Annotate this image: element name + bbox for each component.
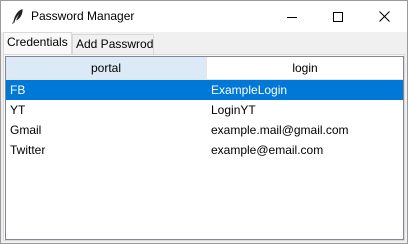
feather-icon (12, 9, 23, 24)
title-bar[interactable]: Password Manager (1, 1, 407, 32)
table-header: portal login (6, 57, 403, 80)
app-window: Password Manager Credentials Add Passwro… (0, 0, 408, 244)
window-title: Password Manager (31, 9, 135, 23)
minimize-icon (287, 16, 297, 18)
close-button[interactable] (361, 1, 407, 32)
cell-portal: YT (10, 103, 26, 117)
table-row[interactable]: Twitter example@email.com (6, 140, 403, 160)
column-header-login[interactable]: login (207, 57, 403, 79)
minimize-button[interactable] (269, 1, 315, 32)
maximize-button[interactable] (315, 1, 361, 32)
cell-portal: FB (10, 83, 26, 97)
table-body: FB ExampleLogin YT LoginYT Gmail example… (6, 80, 403, 160)
table-row[interactable]: YT LoginYT (6, 100, 403, 120)
maximize-icon (333, 11, 343, 22)
cell-portal: Gmail (10, 123, 42, 137)
table-row[interactable]: FB ExampleLogin (6, 80, 403, 100)
cell-login: example.mail@gmail.com (211, 123, 349, 137)
cell-login: example@email.com (211, 143, 324, 157)
cell-portal: Twitter (10, 143, 46, 157)
cell-login: LoginYT (211, 103, 256, 117)
credentials-panel: portal login FB ExampleLogin YT LoginYT … (3, 54, 405, 241)
tab-add-password[interactable]: Add Passwrod (72, 34, 154, 54)
tab-bar: Credentials Add Passwrod (1, 32, 407, 54)
cell-login: ExampleLogin (211, 83, 288, 97)
column-header-portal[interactable]: portal (6, 57, 207, 79)
tab-credentials[interactable]: Credentials (3, 32, 72, 54)
table-row[interactable]: Gmail example.mail@gmail.com (6, 120, 403, 140)
credentials-table[interactable]: portal login FB ExampleLogin YT LoginYT … (5, 56, 404, 240)
close-icon (378, 11, 390, 22)
